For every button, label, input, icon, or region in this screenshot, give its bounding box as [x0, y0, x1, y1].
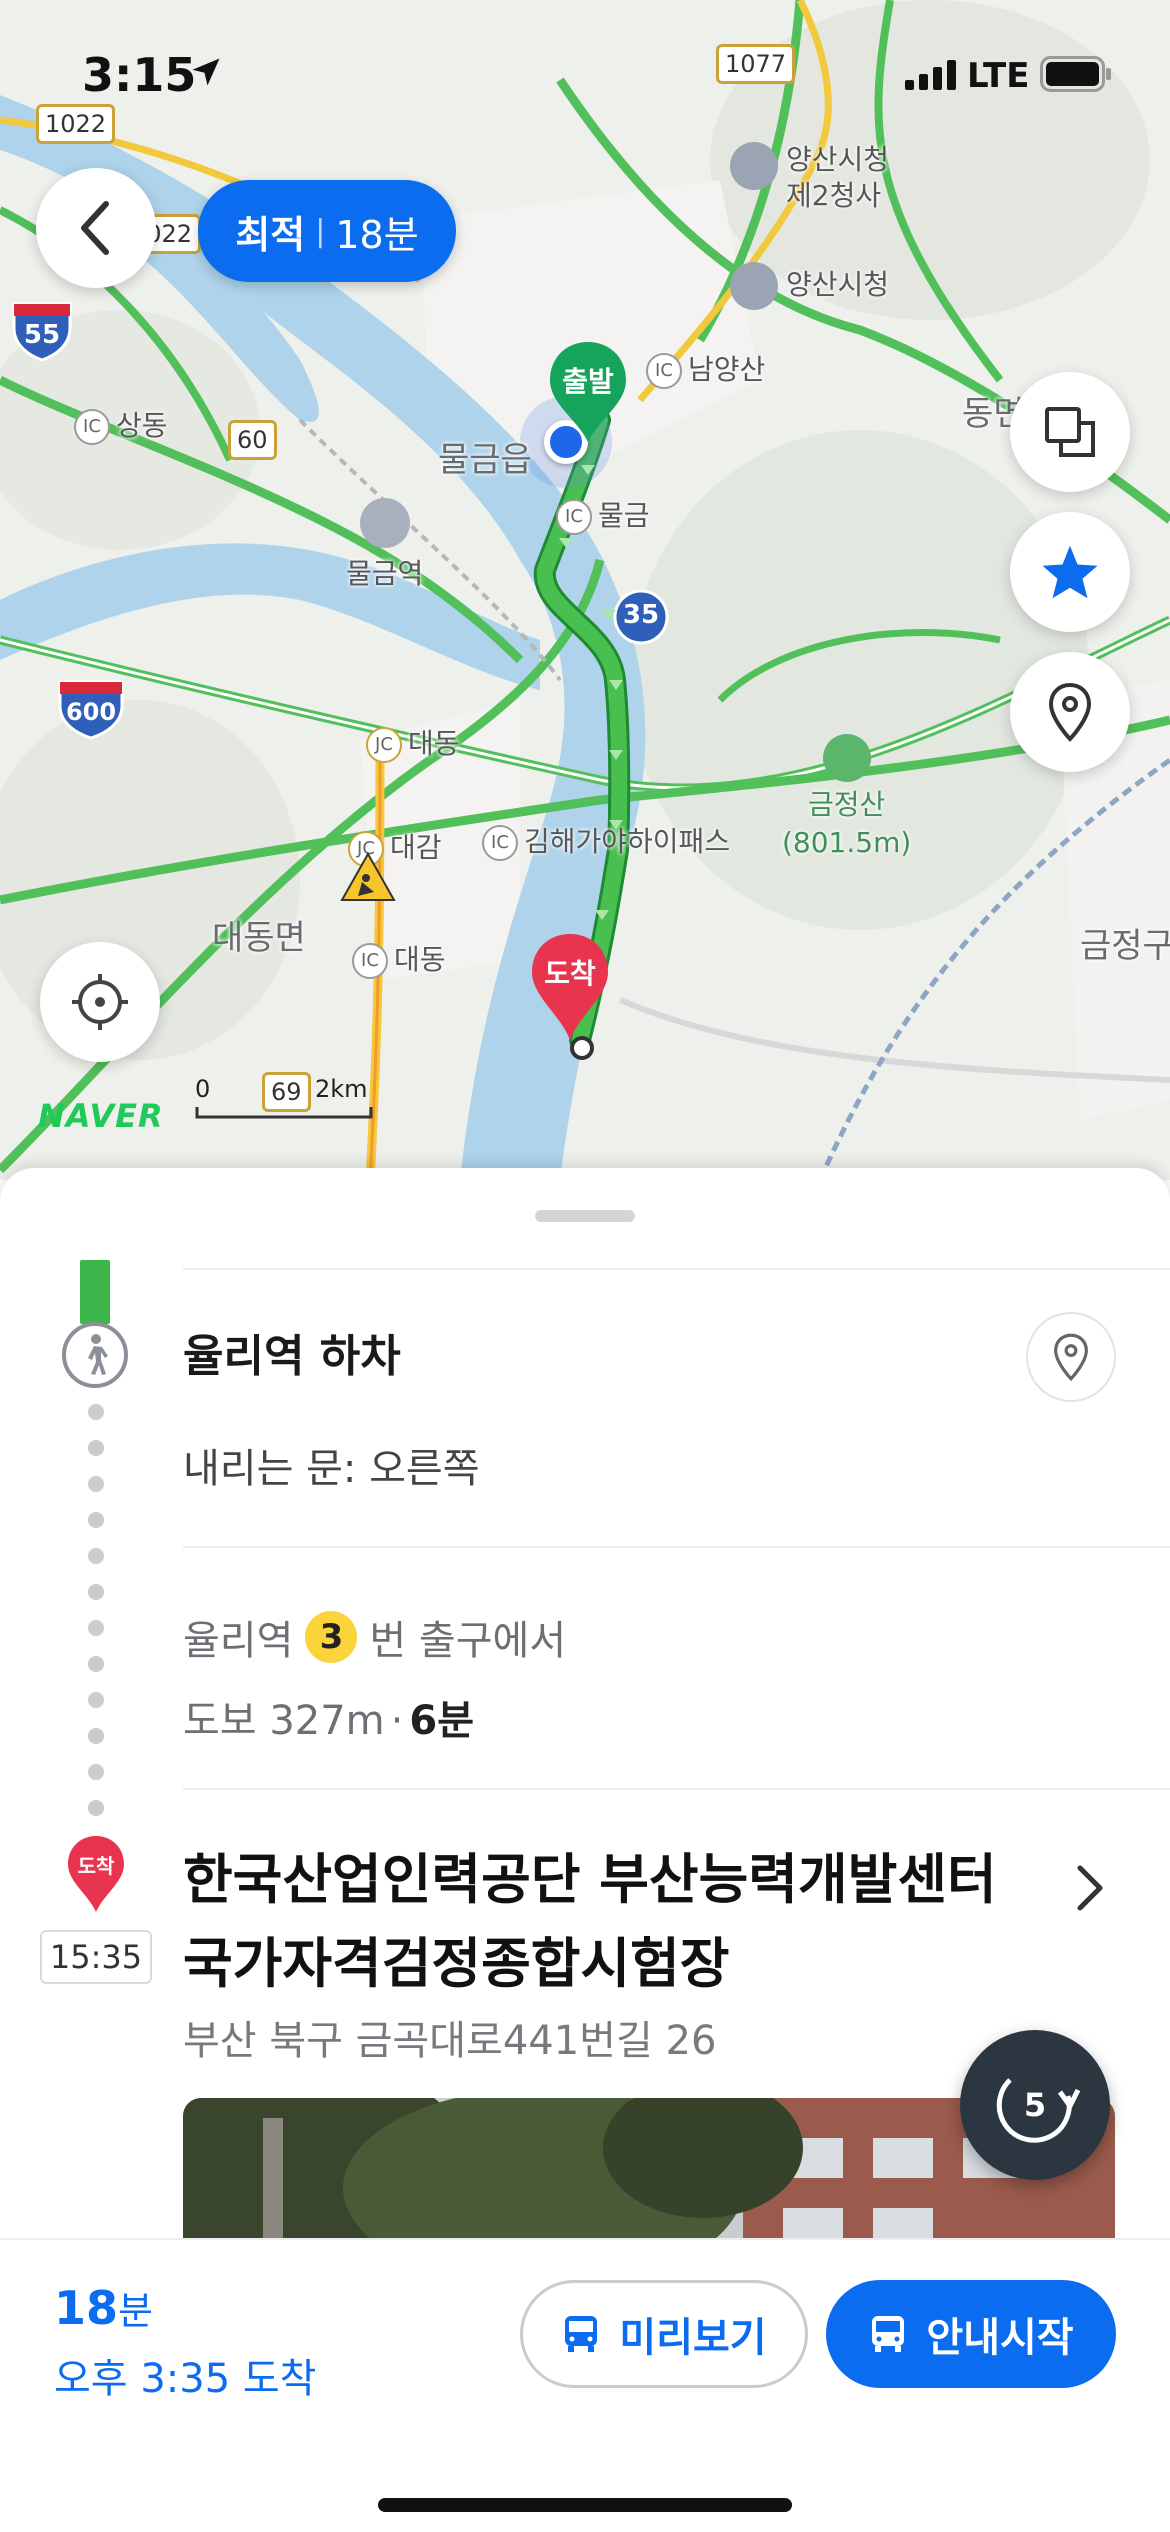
route-option-chip[interactable]: 최적 | 18분	[198, 180, 456, 282]
arrival-time-badge: 15:35	[40, 1930, 152, 1984]
star-icon	[1042, 545, 1098, 599]
start-pin[interactable]: 출발	[548, 340, 628, 444]
bottom-action-bar: 18분 오후 3:35 도착 미리보기 안내시작	[0, 2238, 1170, 2532]
route-option-separator: |	[315, 213, 326, 249]
map-pin-icon	[1048, 682, 1092, 742]
eta-arrival: 오후 3:35 도착	[54, 2356, 317, 2402]
chevron-right-icon[interactable]	[1070, 1858, 1110, 1918]
chevron-left-icon	[81, 201, 109, 255]
divider	[183, 1546, 1170, 1548]
destination-name[interactable]: 한국산업인력공단 부산능력개발센터국가자격검정종합시험장	[183, 1838, 1043, 2006]
map-scale: 0 2km	[195, 1075, 373, 1119]
start-pin-label: 출발	[562, 365, 614, 398]
preview-button[interactable]: 미리보기	[520, 2280, 808, 2388]
destination-badge-pin: 도착	[66, 1834, 126, 1914]
my-location-button[interactable]	[40, 942, 160, 1062]
eta-minutes-value: 18	[54, 2281, 119, 2335]
exit-number-badge: 3	[305, 1611, 358, 1663]
walk-distance: 도보 327m	[183, 1698, 385, 1744]
exit-station: 율리역	[183, 1618, 294, 1664]
reroute-refresh-button[interactable]: 5	[960, 2030, 1110, 2180]
start-navigation-button[interactable]: 안내시작	[826, 2280, 1116, 2388]
eta-minutes: 18분	[54, 2280, 153, 2335]
door-info: 내리는 문: 오른쪽	[183, 1446, 480, 1492]
divider	[183, 1788, 1170, 1790]
timeline-subway-bar	[80, 1260, 110, 1324]
bus-icon	[872, 2316, 905, 2352]
back-button[interactable]	[36, 168, 156, 288]
destination-address: 부산 북구 금곡대로441번길 26	[183, 2018, 717, 2064]
eta-minutes-unit: 분	[118, 2289, 153, 2333]
map-layers-button[interactable]	[1010, 372, 1130, 492]
map-view[interactable]: 3:15 LTE 1022 1022 1077 60 69 35 55 600 …	[0, 0, 1170, 1180]
bus-icon	[565, 2316, 598, 2352]
crosshair-icon	[72, 974, 128, 1030]
preview-label: 미리보기	[619, 2315, 767, 2361]
step-title: 율리역 하차	[183, 1331, 401, 1382]
walk-time: 6분	[409, 1698, 474, 1744]
route-option-label: 최적	[235, 212, 306, 257]
sheet-drag-handle[interactable]	[535, 1210, 635, 1222]
start-label: 안내시작	[926, 2315, 1074, 2361]
route-option-duration: 18분	[335, 212, 419, 257]
favorite-button[interactable]	[1010, 512, 1130, 632]
naver-logo: NAVER	[38, 1097, 164, 1135]
destination-badge-label: 도착	[77, 1854, 115, 1878]
reroute-count: 5	[1023, 2086, 1047, 2124]
separator-dot: ·	[390, 1698, 404, 1744]
map-pin-icon	[1054, 1333, 1088, 1382]
place-pin-button[interactable]	[1010, 652, 1130, 772]
home-indicator[interactable]	[378, 2498, 792, 2512]
end-pin[interactable]: 도착	[530, 932, 610, 1042]
walk-icon	[62, 1322, 128, 1388]
layers-icon	[1045, 407, 1095, 457]
exit-suffix: 번 출구에서	[369, 1618, 567, 1664]
exit-info: 율리역 3 번 출구에서	[183, 1608, 566, 1666]
end-pin-label: 도착	[544, 957, 596, 990]
divider	[183, 1268, 1170, 1270]
step-location-button[interactable]	[1026, 1312, 1116, 1402]
walk-info: 도보 327m · 6분	[183, 1688, 474, 1746]
